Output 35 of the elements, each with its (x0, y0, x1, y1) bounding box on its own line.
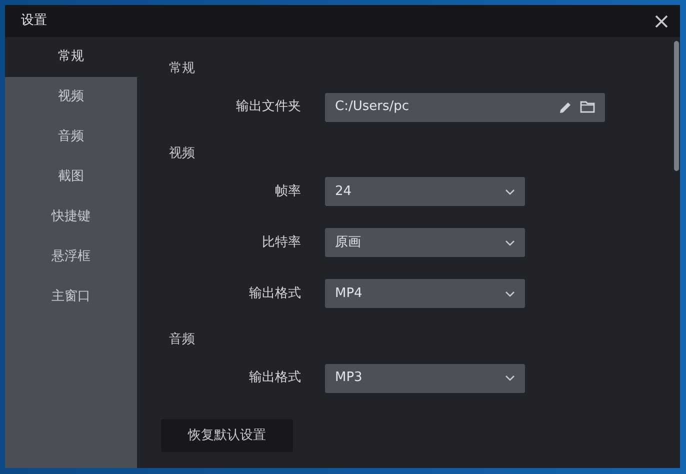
field-label: 比特率 (261, 234, 301, 252)
section-title: 音频 (169, 331, 196, 349)
close-icon[interactable] (655, 14, 668, 28)
field-value: 原画 (335, 234, 361, 252)
pencil-icon[interactable] (559, 100, 572, 114)
reset-defaults-button[interactable]: 恢复默认设置 (161, 419, 293, 452)
section-title: 视频 (169, 144, 196, 162)
chevron-down-icon (505, 290, 515, 296)
field-value: MP3 (335, 369, 362, 388)
field-label: 输出格式 (248, 284, 301, 303)
dropdown[interactable]: 24 (325, 177, 525, 206)
window-title: 设置 (21, 12, 47, 30)
field-value: MP4 (335, 284, 362, 303)
sidebar-item[interactable]: 截图 (5, 157, 137, 197)
field-label: 输出格式 (248, 369, 301, 388)
sidebar-item[interactable]: 主窗口 (5, 277, 137, 317)
dropdown[interactable]: MP4 (325, 279, 525, 308)
scrollbar-thumb[interactable] (674, 41, 678, 171)
dropdown[interactable]: 原画 (325, 228, 525, 257)
sidebar-item[interactable]: 常规 (5, 37, 137, 77)
field-label: 输出文件夹 (235, 98, 301, 116)
field-value: C:/Users/pc (335, 98, 410, 116)
folder-icon[interactable] (580, 101, 595, 113)
sidebar-item[interactable]: 悬浮框 (5, 237, 137, 277)
field-value: 24 (335, 182, 352, 201)
field-label: 帧率 (274, 182, 301, 201)
sidebar-item[interactable]: 快捷键 (5, 197, 137, 237)
sidebar-item[interactable]: 音频 (5, 117, 137, 157)
sidebar-item[interactable]: 视频 (5, 77, 137, 117)
dropdown[interactable]: MP3 (325, 364, 525, 392)
chevron-down-icon (505, 240, 515, 246)
chevron-down-icon (505, 375, 515, 381)
chevron-down-icon (505, 188, 515, 194)
section-title: 常规 (169, 60, 196, 78)
folder-path-field[interactable]: C:/Users/pc (325, 92, 605, 122)
